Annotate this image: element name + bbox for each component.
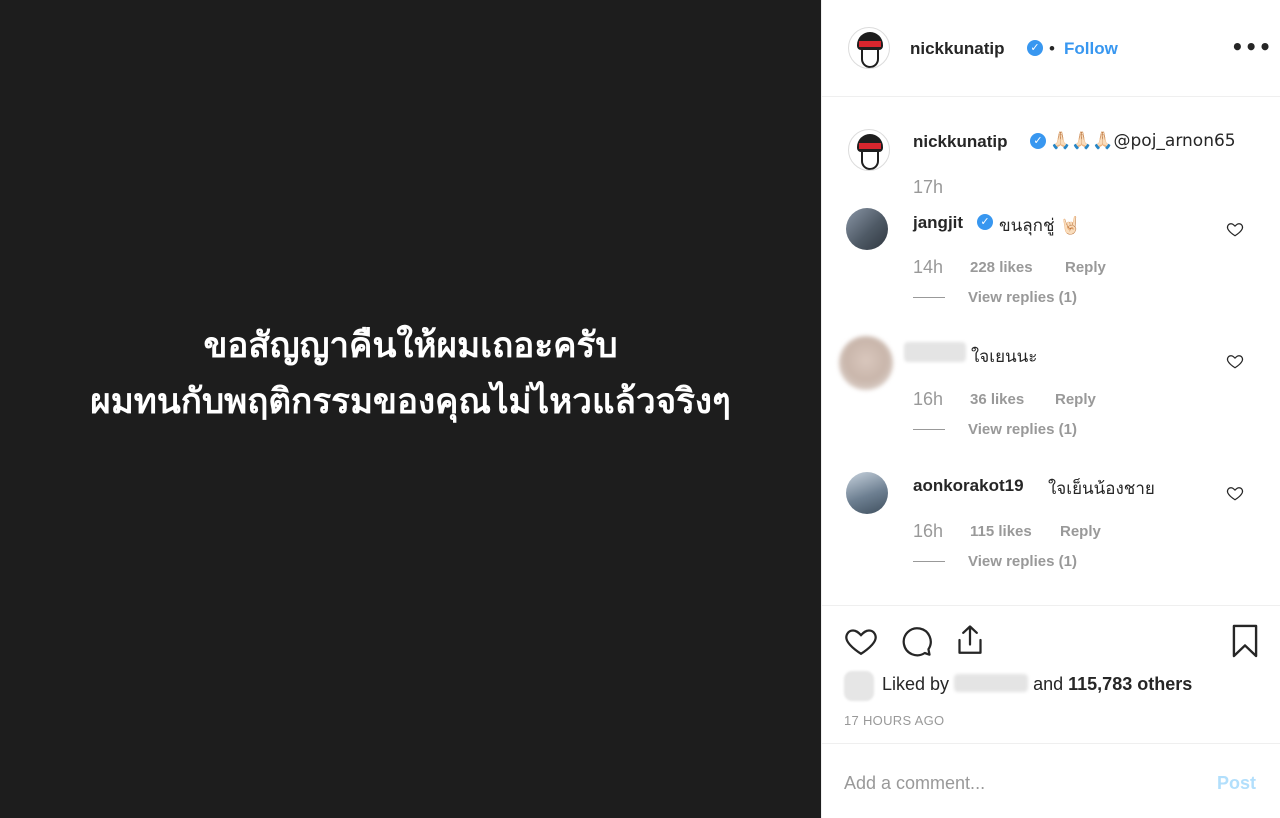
verified-badge-icon: ✓ [1030,133,1046,149]
verified-badge-icon: ✓ [1027,40,1043,56]
reply-button[interactable]: Reply [1065,259,1106,276]
comment-text: ใจเย็นน้องชาย [1048,479,1155,499]
reply-button[interactable]: Reply [1055,391,1096,408]
post-media[interactable]: ขอสัญญาคืนให้ผมเถอะครับ ผมทนกับพฤติกรรมข… [0,0,821,818]
liked-by-others-count[interactable]: 115,783 others [1068,674,1192,694]
comment-icon[interactable] [898,623,934,659]
view-replies-button[interactable]: View replies (1) [968,421,1077,438]
comment-input[interactable] [844,770,1184,796]
more-options-icon[interactable]: ••• [1231,35,1272,59]
comment-time[interactable]: 14h [913,257,943,278]
liked-by-and: and [1033,674,1064,694]
post-timestamp[interactable]: 17 HOURS AGO [844,713,944,728]
post-comment-button[interactable]: Post [1217,773,1256,794]
share-icon[interactable] [952,622,988,658]
verified-badge-icon: ✓ [977,214,993,230]
post-image-line-2: ผมทนกับพฤติกรรมของคุณไม่ไหวแล้วจริงๆ [90,382,731,422]
comment-time[interactable]: 16h [913,389,943,410]
comment-like-heart-icon[interactable] [1226,220,1244,238]
liked-by-prefix: Liked by [882,674,950,694]
comment-likes[interactable]: 36 likes [970,391,1024,408]
comment-likes[interactable]: 115 likes [970,523,1032,540]
liked-by-summary[interactable]: Liked by and 115,783 others [882,674,1192,695]
author-username[interactable]: nickkunatip [910,39,1004,59]
commenter-username[interactable]: jangjit [913,213,963,233]
commenter-avatar[interactable] [846,472,888,514]
caption-text: 🙏🏻🙏🏻🙏🏻@poj_arnon65 [1050,131,1236,151]
post-actions: Liked by and 115,783 others 17 HOURS AGO [822,605,1280,743]
caption-time[interactable]: 17h [913,177,943,198]
comment-text: ใจเยนนะ [971,347,1038,367]
comment-like-heart-icon[interactable] [1226,484,1244,502]
heart-icon[interactable] [843,623,879,659]
commenter-username[interactable]: aonkorakot19 [913,476,1024,496]
author-avatar[interactable] [848,27,890,69]
caption-username[interactable]: nickkunatip [913,132,1007,152]
replies-divider [913,429,945,430]
bookmark-icon[interactable] [1226,622,1264,660]
replies-divider [913,561,945,562]
comment-text: ขนลุกชู่ 🤘🏻 [999,216,1082,236]
view-replies-button[interactable]: View replies (1) [968,289,1077,306]
commenter-avatar[interactable] [839,336,893,390]
comment-likes[interactable]: 228 likes [970,259,1033,276]
view-replies-button[interactable]: View replies (1) [968,553,1077,570]
comment-like-heart-icon[interactable] [1226,352,1244,370]
comment-composer: Post [822,743,1280,818]
post-image-line-1: ขอสัญญาคืนให้ผมเถอะครับ [203,326,618,366]
post-header: nickkunatip ✓ • Follow ••• [822,0,1280,97]
follow-button[interactable]: Follow [1064,39,1118,59]
reply-button[interactable]: Reply [1060,523,1101,540]
caption-avatar[interactable] [848,129,890,171]
post-side-panel: nickkunatip ✓ • Follow ••• nickkunatip ✓… [821,0,1280,818]
commenter-username-blurred[interactable] [904,342,966,362]
post-image-text: ขอสัญญาคืนให้ผมเถอะครับ ผมทนกับพฤติกรรมข… [0,318,821,430]
commenter-avatar[interactable] [846,208,888,250]
separator-dot: • [1049,39,1055,58]
comment-time[interactable]: 16h [913,521,943,542]
replies-divider [913,297,945,298]
liker-avatar[interactable] [844,671,874,701]
liker-name-blurred[interactable] [954,674,1029,693]
